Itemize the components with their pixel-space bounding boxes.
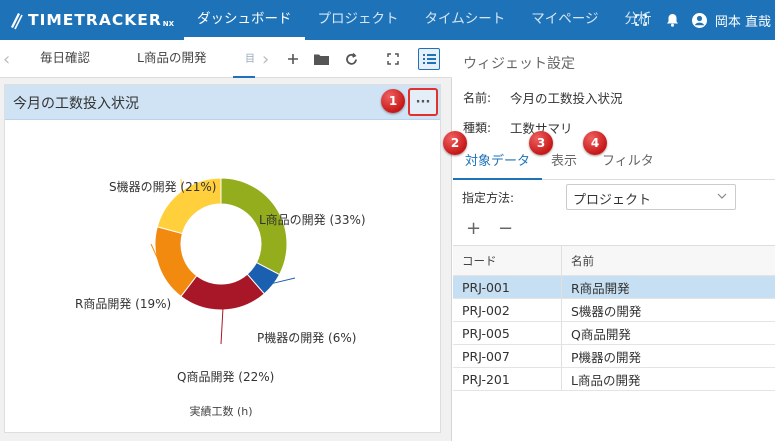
column-name[interactable]: 名前 xyxy=(562,246,775,275)
refresh-icon[interactable] xyxy=(340,48,362,70)
nav-timesheet[interactable]: タイムシート xyxy=(412,0,519,40)
name-label: 名前: xyxy=(463,91,492,105)
slice-label: R商品開発 (19%) xyxy=(75,296,171,311)
nav-mypage[interactable]: マイページ xyxy=(518,0,611,40)
widget-title: 今月の工数投入状況 xyxy=(13,96,139,112)
tab-target-data[interactable]: 対象データ xyxy=(453,148,543,180)
table-row[interactable]: PRJ-201 L商品の開発 xyxy=(453,368,775,391)
method-label: 指定方法: xyxy=(462,191,515,205)
main-nav: ダッシュボード プロジェクト タイムシート マイページ 分析 xyxy=(184,0,664,40)
tab-active[interactable]: 目 xyxy=(233,40,255,78)
settings-tabs: 対象データ 表示 フィルタ xyxy=(453,148,775,180)
tab-scroll-right-icon[interactable]: › xyxy=(262,49,269,70)
method-select[interactable]: プロジェクト xyxy=(566,184,736,210)
fullscreen-icon[interactable] xyxy=(625,0,657,40)
logo-suffix: NX xyxy=(162,20,175,28)
table-row[interactable]: PRJ-005 Q商品開発 xyxy=(453,322,775,345)
chart-xlabel: 実績工数 (h) xyxy=(189,404,252,418)
row-code: PRJ-001 xyxy=(453,276,562,298)
tab-l-product[interactable]: L商品の開発 xyxy=(137,40,206,78)
project-grid: コード 名前 PRJ-001 R商品開発 PRJ-002 S機器の開発 PRJ-… xyxy=(453,245,775,391)
user-name[interactable]: 岡本 直哉 xyxy=(715,11,771,30)
user-avatar-icon[interactable] xyxy=(689,0,711,40)
widget-header: 今月の工数投入状況 ··· xyxy=(5,85,440,120)
widget-settings-panel: ウィジェット設定 名前: 今月の工数投入状況 種類: 工数サマリ 対象データ 表… xyxy=(453,40,775,441)
tab-filter[interactable]: フィルタ xyxy=(602,148,654,180)
chevron-down-icon xyxy=(717,193,727,199)
annotation-badge-3: 3 xyxy=(529,131,553,155)
row-name: R商品開発 xyxy=(571,280,630,296)
row-name: S機器の開発 xyxy=(571,303,642,319)
top-icons: 岡本 直哉 xyxy=(625,0,775,40)
app-logo[interactable]: TIMETRACKER NX xyxy=(8,9,174,31)
widget-more-button[interactable]: ··· xyxy=(408,88,438,116)
add-tab-icon[interactable] xyxy=(282,48,304,70)
dashboard-tab-bar: ‹ 毎日確認 L商品の開発 目 › xyxy=(0,40,452,78)
row-code: PRJ-201 xyxy=(453,368,562,390)
table-row[interactable]: PRJ-002 S機器の開発 xyxy=(453,299,775,322)
tab-scroll-left-icon[interactable]: ‹ xyxy=(3,49,10,70)
table-row[interactable]: PRJ-001 R商品開発 xyxy=(453,276,775,299)
annotation-badge-1: 1 xyxy=(381,89,405,113)
slice-label: P機器の開発 (6%) xyxy=(257,330,356,345)
list-view-icon[interactable] xyxy=(418,48,440,70)
slice-label: S機器の開発 (21%) xyxy=(109,179,216,194)
column-code[interactable]: コード xyxy=(453,246,562,275)
leader-line xyxy=(220,307,224,345)
name-value: 今月の工数投入状況 xyxy=(510,91,623,106)
row-name: Q商品開発 xyxy=(571,326,631,342)
annotation-badge-2: 2 xyxy=(443,131,467,155)
row-code: PRJ-002 xyxy=(453,299,562,321)
logo-icon xyxy=(11,13,23,30)
expand-icon[interactable] xyxy=(382,48,404,70)
row-code: PRJ-007 xyxy=(453,345,562,367)
annotation-badge-4: 4 xyxy=(583,131,607,155)
row-name: L商品の開発 xyxy=(571,372,641,388)
nav-dashboard[interactable]: ダッシュボード xyxy=(184,0,305,40)
remove-row-button[interactable]: − xyxy=(498,218,513,239)
tab-daily-check[interactable]: 毎日確認 xyxy=(40,40,90,78)
grid-header: コード 名前 xyxy=(453,245,775,276)
more-icon: ··· xyxy=(415,94,431,110)
tab-display[interactable]: 表示 xyxy=(551,148,577,180)
logo-text: TIMETRACKER xyxy=(28,11,162,29)
top-nav-bar: TIMETRACKER NX ダッシュボード プロジェクト タイムシート マイペ… xyxy=(0,0,775,40)
donut-chart: L商品の開発 (33%) P機器の開発 (6%) Q商品開発 (22%) R商品開発 … xyxy=(75,177,366,418)
row-name: P機器の開発 xyxy=(571,349,642,365)
donut-chart-area: L商品の開発 (33%) P機器の開発 (6%) Q商品開発 (22%) R商品開発 … xyxy=(5,121,440,433)
widget-card: 今月の工数投入状況 ··· L商品の開発 (33%) P機器の開発 (6%) Q商品… xyxy=(4,84,441,433)
tab-active-label: 目 xyxy=(245,54,255,65)
settings-title: ウィジェット設定 xyxy=(463,56,575,72)
slice-label: Q商品開発 (22%) xyxy=(177,369,274,384)
row-code: PRJ-005 xyxy=(453,322,562,344)
folder-icon[interactable] xyxy=(310,48,332,70)
table-row[interactable]: PRJ-007 P機器の開発 xyxy=(453,345,775,368)
add-row-button[interactable]: + xyxy=(466,218,481,239)
method-select-value: プロジェクト xyxy=(573,193,652,208)
type-label: 種類: xyxy=(463,121,492,135)
bell-icon[interactable] xyxy=(657,0,689,40)
slice-label: L商品の開発 (33%) xyxy=(259,212,366,227)
nav-project[interactable]: プロジェクト xyxy=(305,0,412,40)
